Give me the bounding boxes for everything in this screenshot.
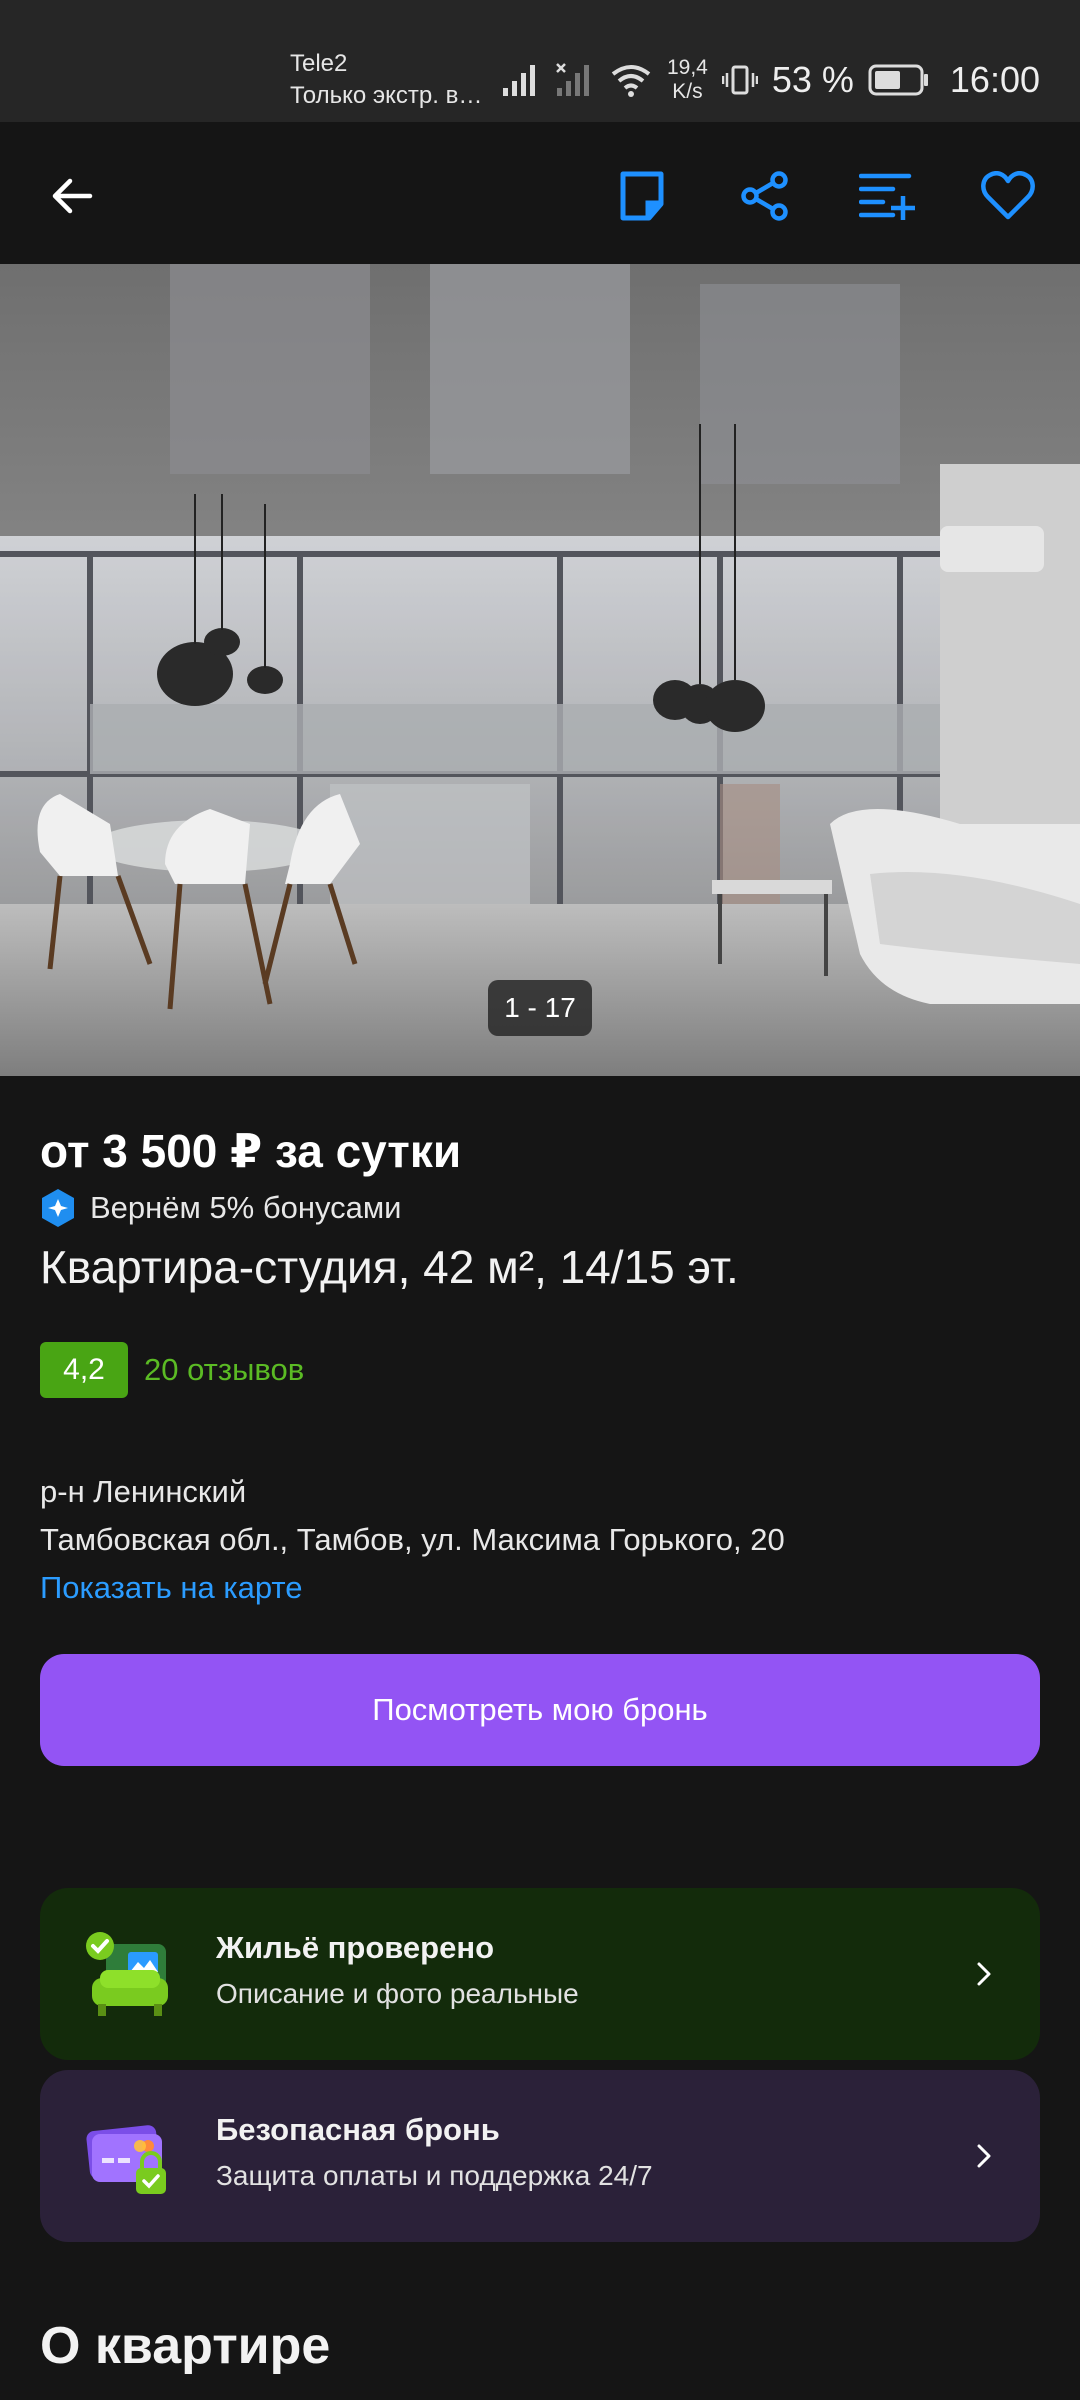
verified-home-icon [86, 1932, 168, 2016]
status-icons: 19,4 K/s 53 % 16:00 [501, 50, 1040, 110]
network-speed: 19,4 K/s [667, 56, 708, 104]
top-navigation [0, 122, 1080, 264]
rating-badge: 4,2 [40, 1342, 128, 1398]
carrier-status: Только экстр. в… [290, 82, 483, 109]
carrier-name: Tele2 [290, 50, 348, 77]
chevron-right-icon [977, 2144, 991, 2168]
show-on-map-link[interactable]: Показать на карте [40, 1570, 303, 1606]
card-title: Безопасная бронь [216, 2112, 500, 2147]
apartment-photo [0, 264, 1080, 1076]
rating[interactable]: 4,2 20 отзывов [40, 1342, 304, 1398]
bonus-info[interactable]: Вернём 5% бонусами [40, 1188, 402, 1228]
note-icon [620, 171, 664, 221]
bonus-hexagon-icon [42, 1189, 74, 1227]
compare-button[interactable] [857, 166, 917, 226]
listing-photo[interactable]: 1 - 17 [0, 264, 1080, 1076]
bonus-text: Вернём 5% бонусами [90, 1190, 402, 1225]
note-button[interactable] [612, 166, 672, 226]
reviews-link[interactable]: 20 отзывов [144, 1352, 304, 1388]
back-button[interactable] [42, 166, 102, 226]
speed-value: 19,4 [666, 56, 708, 79]
favorite-button[interactable] [978, 166, 1038, 226]
address: Тамбовская обл., Тамбов, ул. Максима Гор… [40, 1522, 785, 1557]
carrier-info: Tele2 Только экстр. в… [290, 48, 482, 112]
arrow-left-icon [52, 178, 93, 214]
secure-card-icon [86, 2125, 166, 2194]
about-apartment-heading: О квартире [40, 2317, 331, 2375]
status-bar: Tele2 Только экстр. в… 19,4 K/s 53 % 16:… [0, 0, 1080, 122]
card-subtitle: Описание и фото реальные [216, 1978, 579, 2009]
signal-no-service-icon [556, 63, 589, 96]
district: р-н Ленинский [40, 1474, 247, 1509]
listing-title: Квартира-студия, 42 м², 14/15 эт. [40, 1241, 739, 1293]
share-icon [741, 171, 788, 221]
heart-icon [981, 171, 1035, 220]
battery-icon [868, 64, 928, 96]
speed-unit: K/s [672, 80, 703, 103]
price: от 3 500 ₽ за сутки [40, 1125, 462, 1177]
signal-icon [502, 65, 535, 96]
view-booking-button[interactable]: Посмотреть мою бронь [40, 1654, 1040, 1766]
secure-booking-card[interactable]: Безопасная бронь Защита оплаты и поддерж… [40, 2070, 1040, 2242]
clock: 16:00 [949, 59, 1040, 100]
photo-counter: 1 - 17 [488, 980, 592, 1036]
card-title: Жильё проверено [216, 1930, 495, 1965]
card-subtitle: Защита оплаты и поддержка 24/7 [216, 2160, 653, 2191]
verified-housing-card[interactable]: Жильё проверено Описание и фото реальные [40, 1888, 1040, 2060]
vibrate-icon [721, 65, 758, 95]
compare-list-icon [859, 173, 915, 220]
share-button[interactable] [735, 166, 795, 226]
chevron-right-icon [977, 1962, 991, 1986]
wifi-icon [611, 65, 651, 97]
battery-percent: 53 % [771, 59, 854, 100]
